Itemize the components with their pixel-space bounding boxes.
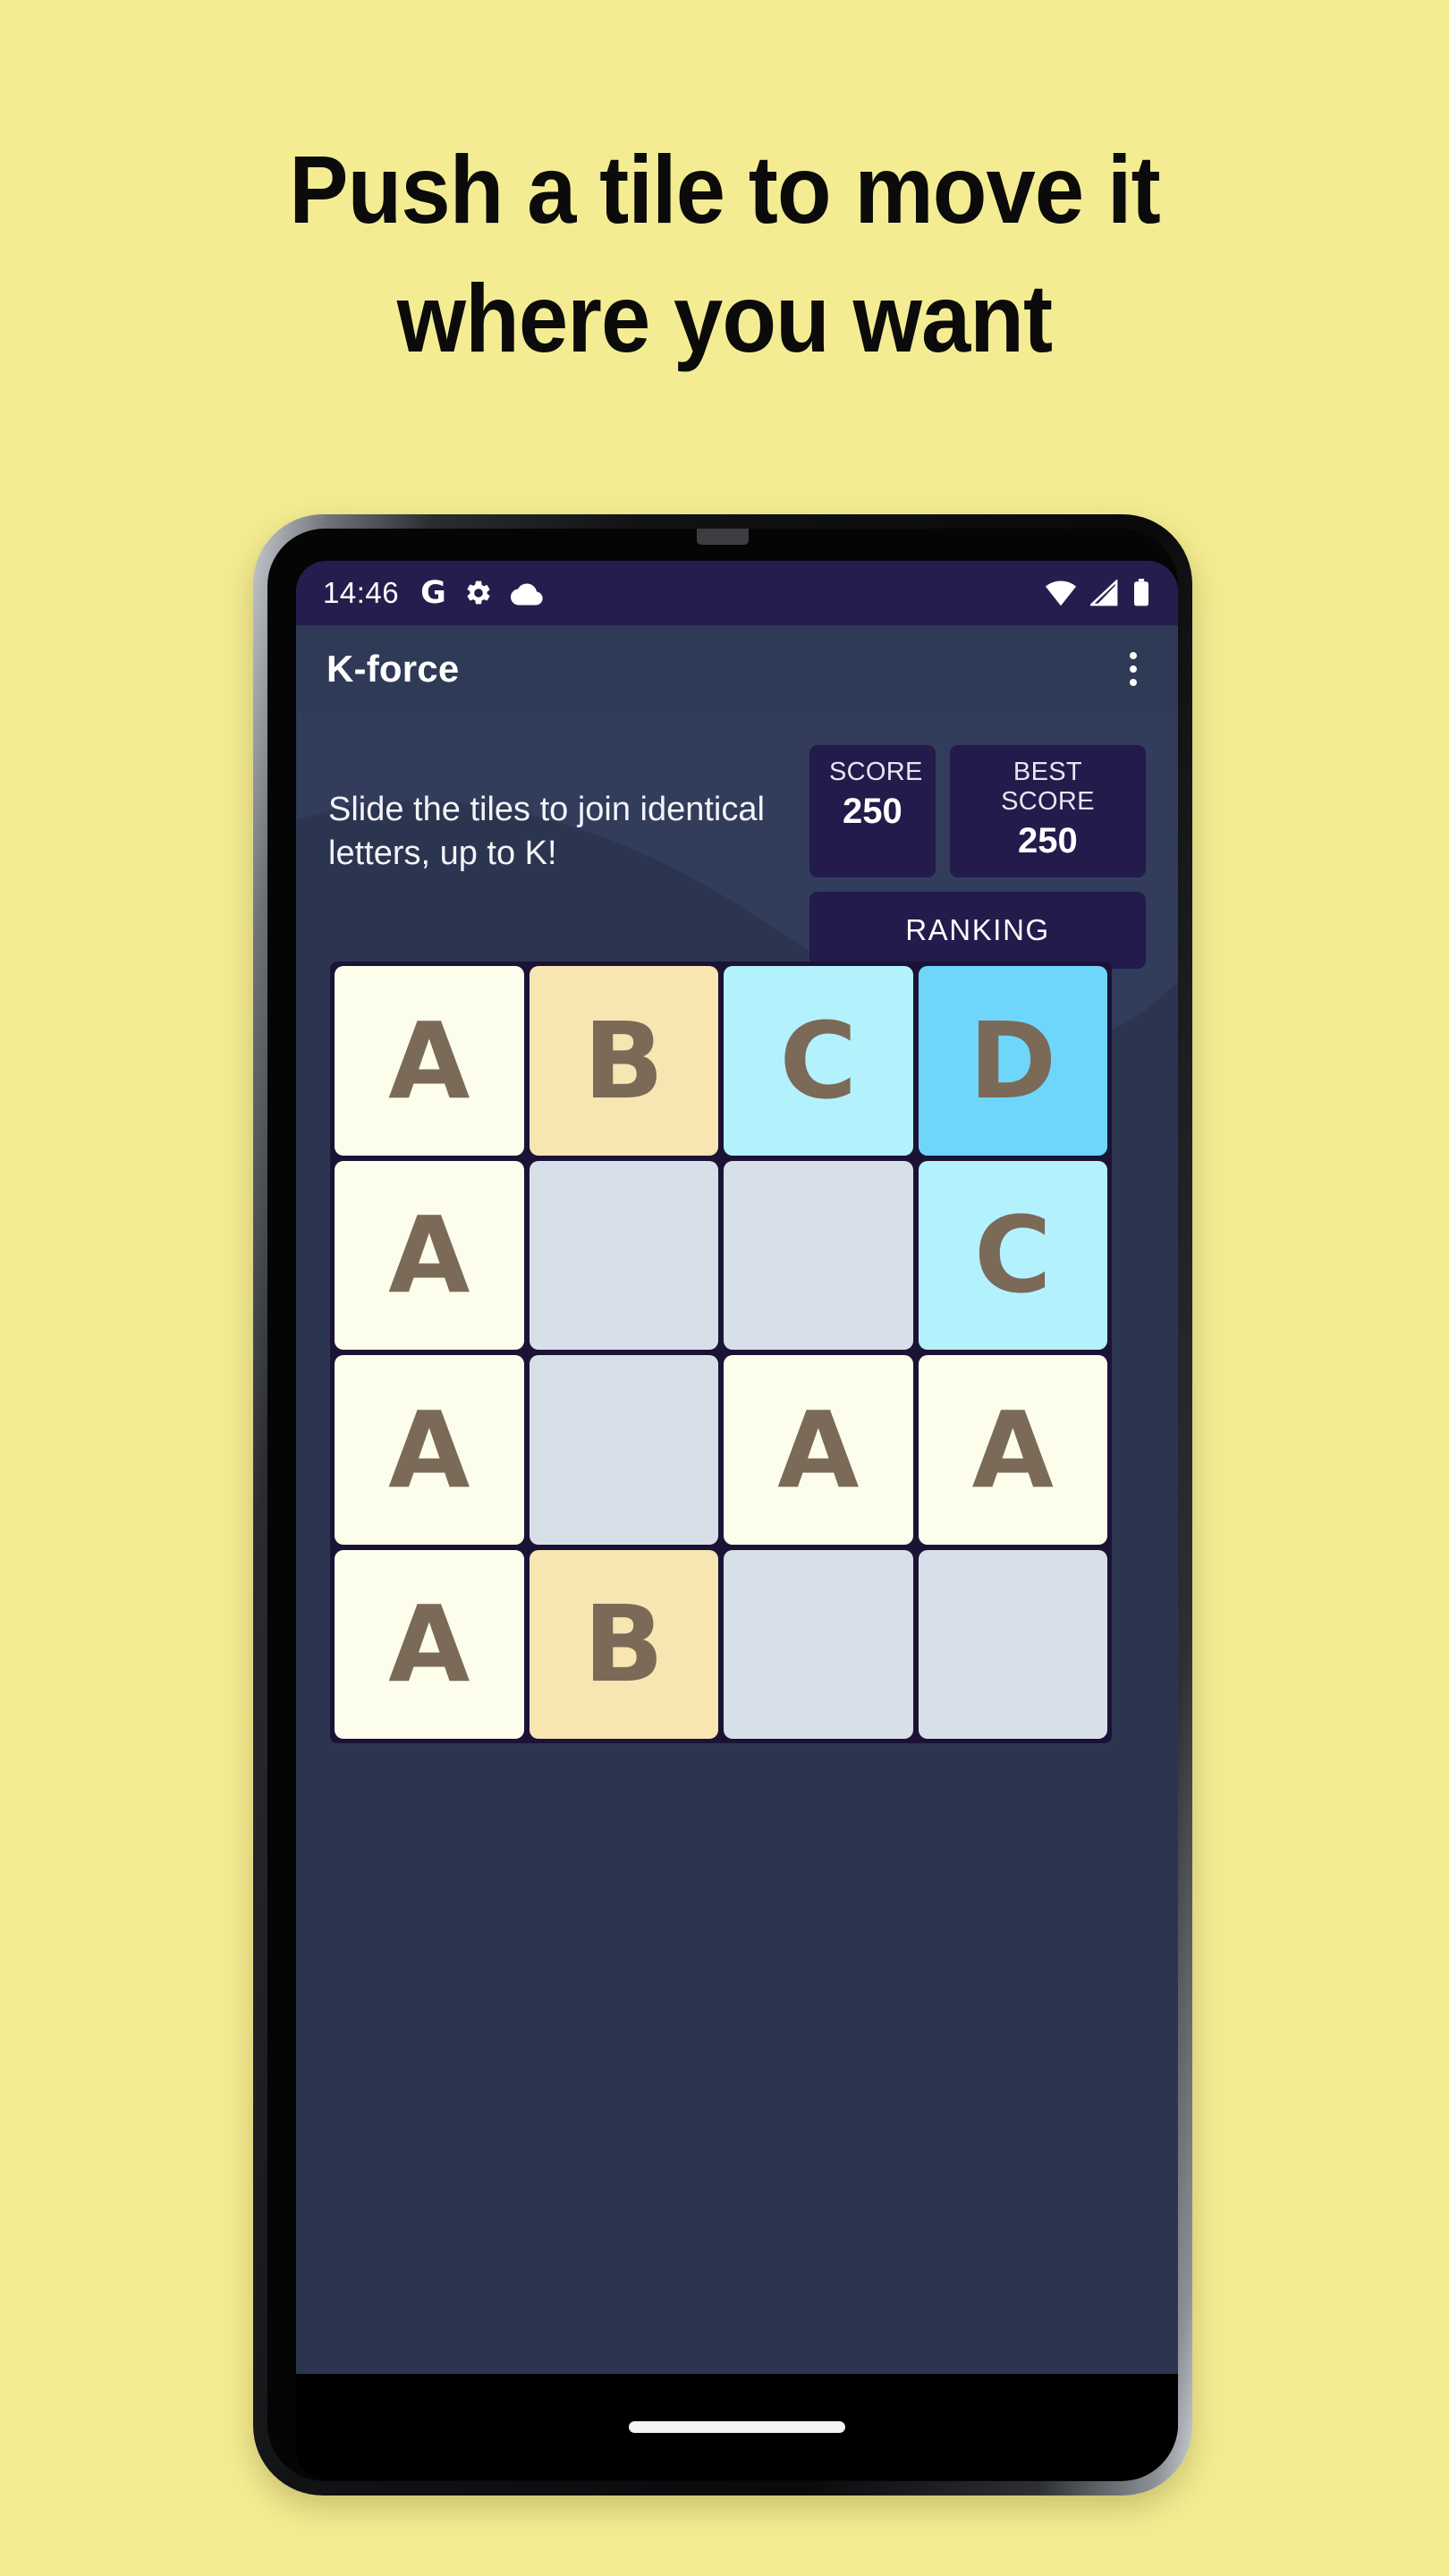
- status-bar: 14:46 G: [296, 561, 1178, 625]
- app-content: Slide the tiles to join identical letter…: [296, 713, 1178, 2374]
- gear-icon: [464, 579, 493, 607]
- more-options-icon[interactable]: [1119, 645, 1148, 693]
- best-score-label: BEST SCORE: [1001, 758, 1095, 816]
- status-bar-system-icons: [1044, 579, 1151, 607]
- game-tile-a[interactable]: A: [918, 1355, 1107, 1545]
- system-navigation-bar: [296, 2374, 1178, 2479]
- score-box: SCORE 250: [809, 745, 936, 877]
- earpiece-sensor: [697, 529, 749, 545]
- game-tile-a[interactable]: A: [335, 1160, 524, 1350]
- headline-line-1: Push a tile to move it: [289, 135, 1160, 243]
- score-value: 250: [843, 792, 902, 831]
- cloud-icon: [510, 580, 543, 606]
- wifi-icon: [1044, 580, 1078, 606]
- game-tile-empty[interactable]: [529, 1160, 718, 1350]
- score-label: SCORE: [829, 758, 923, 786]
- cellular-signal-icon: [1090, 580, 1119, 606]
- best-score-value: 250: [1018, 821, 1078, 860]
- game-tile-empty[interactable]: [918, 1549, 1107, 1739]
- best-score-box: BEST SCORE 250: [949, 745, 1146, 877]
- game-tile-empty[interactable]: [724, 1160, 913, 1350]
- battery-icon: [1131, 579, 1151, 607]
- instructions-text: Slide the tiles to join identical letter…: [328, 791, 765, 872]
- home-indicator[interactable]: [629, 2420, 845, 2433]
- game-tile-empty[interactable]: [724, 1549, 913, 1739]
- google-g-icon: G: [420, 574, 446, 611]
- status-bar-notification-icons: G: [420, 574, 543, 611]
- status-bar-clock: 14:46: [323, 576, 400, 609]
- score-row: SCORE 250 BEST SCORE 250: [809, 745, 1146, 877]
- ranking-button[interactable]: RANKING: [809, 892, 1146, 969]
- game-tile-b[interactable]: B: [529, 966, 718, 1156]
- game-board[interactable]: ABCDACAAAAB: [330, 962, 1112, 1743]
- game-tile-empty[interactable]: [529, 1355, 718, 1545]
- game-tile-a[interactable]: A: [335, 1549, 524, 1739]
- headline-line-2: where you want: [396, 263, 1053, 372]
- game-tile-a[interactable]: A: [335, 1355, 524, 1545]
- game-tile-d[interactable]: D: [918, 966, 1107, 1156]
- page-title: K-force: [326, 648, 460, 690]
- header-row: Slide the tiles to join identical letter…: [296, 713, 1178, 969]
- kebab-dot: [1130, 665, 1137, 673]
- phone-bezel: 14:46 G K-force Slide the tiles to join …: [267, 529, 1178, 2481]
- game-tile-c[interactable]: C: [918, 1160, 1107, 1350]
- game-tile-c[interactable]: C: [724, 966, 913, 1156]
- kebab-dot: [1130, 652, 1137, 659]
- game-tile-a[interactable]: A: [724, 1355, 913, 1545]
- promo-headline: Push a tile to move it where you want: [58, 125, 1391, 382]
- kebab-dot: [1130, 679, 1137, 686]
- game-tile-a[interactable]: A: [335, 966, 524, 1156]
- phone-mockup: 14:46 G K-force Slide the tiles to join …: [253, 514, 1192, 2496]
- app-bar: K-force: [296, 625, 1178, 713]
- phone-screen: 14:46 G K-force Slide the tiles to join …: [296, 561, 1178, 2479]
- score-panel: SCORE 250 BEST SCORE 250 RANKING: [809, 745, 1146, 969]
- game-tile-b[interactable]: B: [529, 1549, 718, 1739]
